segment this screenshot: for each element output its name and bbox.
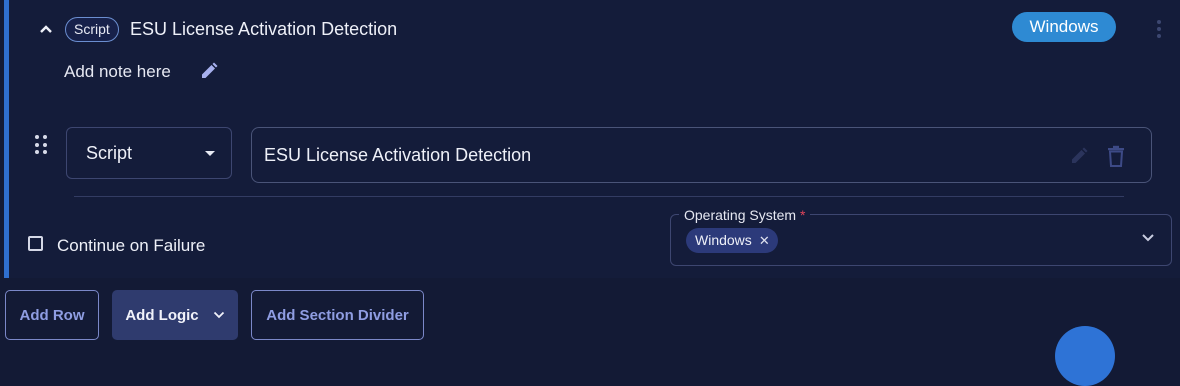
required-mark: * (799, 207, 806, 223)
script-name-value: ESU License Activation Detection (264, 145, 532, 165)
card-title: ESU License Activation Detection (130, 19, 398, 39)
collapse-button[interactable] (35, 18, 57, 40)
drag-handle-icon[interactable] (35, 135, 51, 155)
continue-on-failure-checkbox[interactable] (28, 236, 43, 251)
chevron-down-icon (213, 311, 224, 319)
row-type-select[interactable]: Script (66, 127, 232, 179)
note-text[interactable]: Add note here (64, 61, 171, 83)
row-type-value: Script (86, 143, 133, 163)
add-row-button[interactable]: Add Row (5, 290, 99, 340)
pencil-icon (202, 62, 218, 78)
operating-system-label: Operating System * (679, 207, 811, 223)
delete-row-button[interactable] (1107, 145, 1127, 167)
script-type-badge: Script (65, 17, 119, 42)
caret-down-icon (205, 151, 215, 156)
kebab-menu-icon[interactable] (1149, 17, 1169, 41)
pencil-icon (1072, 147, 1088, 163)
os-chip-windows: Windows ✕ (686, 228, 778, 253)
row-divider (74, 196, 1124, 197)
add-section-divider-button[interactable]: Add Section Divider (251, 290, 424, 340)
add-logic-button[interactable]: Add Logic (112, 290, 238, 340)
note-edit-button[interactable] (199, 61, 219, 81)
add-logic-label: Add Logic (125, 306, 199, 324)
chevron-down-icon[interactable] (1140, 231, 1156, 243)
trash-icon (1108, 145, 1124, 167)
os-chip-label: Windows (695, 232, 752, 248)
chevron-up-icon (40, 25, 52, 33)
os-badge[interactable]: Windows (1012, 12, 1116, 42)
floating-action-button[interactable] (1055, 326, 1115, 386)
script-name-field[interactable]: ESU License Activation Detection (251, 127, 1152, 183)
close-icon[interactable]: ✕ (759, 228, 770, 253)
continue-on-failure-label: Continue on Failure (57, 236, 206, 255)
script-card: Script ESU License Activation Detection … (4, 0, 1180, 278)
edit-script-button[interactable] (1069, 146, 1089, 166)
os-label-text: Operating System (684, 207, 797, 223)
